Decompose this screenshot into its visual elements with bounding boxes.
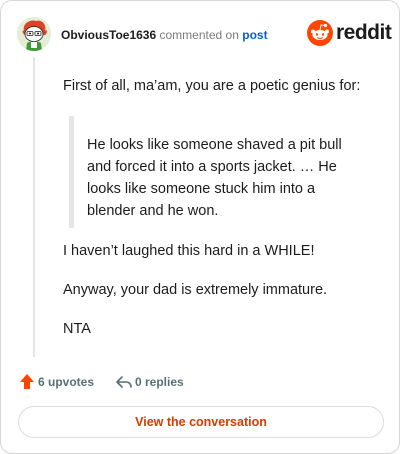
comment-embed-card: ObviousToe1636 commented on post reddit … [0, 0, 400, 454]
view-conversation-button[interactable]: View the conversation [18, 406, 384, 438]
user-avatar[interactable] [17, 17, 51, 51]
upvote-button[interactable]: 6 upvotes [19, 373, 109, 391]
comment-blockquote: He looks like someone shaved a pit bull … [63, 116, 363, 228]
reply-count: 0 replies [135, 375, 184, 389]
thread-line [33, 57, 35, 357]
commented-on-text: commented on [159, 28, 239, 42]
upvote-count: 6 upvotes [38, 375, 95, 389]
comment-paragraph: Anyway, your dad is extremely immature. [63, 282, 328, 298]
reply-button[interactable]: 0 replies [115, 373, 205, 391]
comment-header: ObviousToe1636 commented on post reddit [17, 17, 392, 51]
comment-intro-text: First of all, ma’am, you are a poetic ge… [63, 78, 361, 94]
username-link[interactable]: ObviousToe1636 [61, 28, 156, 42]
post-link[interactable]: post [242, 28, 267, 42]
comment-paragraph: I haven’t laughed this hard in a WHILE! [63, 243, 315, 259]
reply-arrow-icon [116, 376, 132, 388]
comment-body: First of all, ma’am, you are a poetic ge… [63, 75, 363, 340]
comment-paragraph: NTA [63, 321, 91, 337]
reddit-snoo-icon [307, 20, 333, 46]
blockquote-bar [69, 116, 74, 228]
avatar-snoo-icon [17, 17, 51, 51]
comment-byline: ObviousToe1636 commented on post [61, 27, 268, 43]
upvote-arrow-icon [20, 374, 34, 389]
reddit-wordmark: reddit [336, 21, 392, 44]
blockquote-text: He looks like someone shaved a pit bull … [87, 137, 342, 219]
reddit-logo[interactable]: reddit [307, 20, 392, 48]
